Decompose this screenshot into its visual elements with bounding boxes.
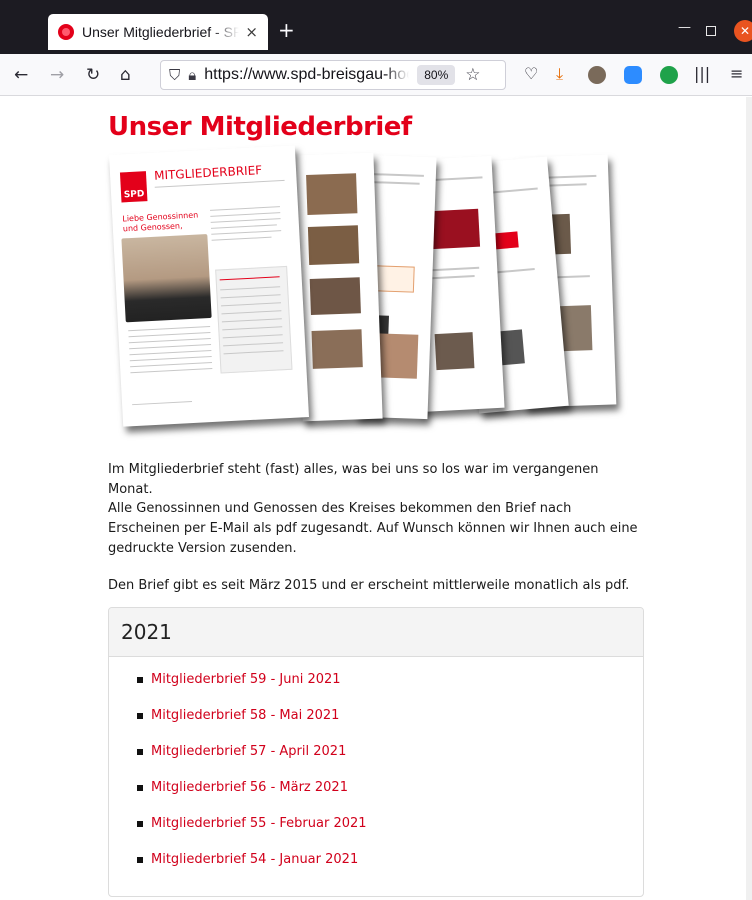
- lock-icon[interactable]: 🔒︎: [188, 66, 196, 84]
- cover-greeting: Liebe Genossinnen und Genossen,: [122, 210, 199, 234]
- newsletter-link[interactable]: Mitgliederbrief 54 - Januar 2021: [151, 852, 358, 867]
- list-item: Mitgliederbrief 59 - Juni 2021: [137, 672, 341, 687]
- browser-tab[interactable]: Unser Mitgliederbrief - SP ×: [48, 14, 268, 50]
- newsletter-link[interactable]: Mitgliederbrief 55 - Februar 2021: [151, 816, 367, 831]
- list-item: Mitgliederbrief 57 - April 2021: [137, 744, 346, 759]
- newsletter-link[interactable]: Mitgliederbrief 57 - April 2021: [151, 744, 346, 759]
- library-icon[interactable]: |||: [694, 64, 710, 83]
- bullet-icon: [137, 748, 143, 755]
- scrollbar[interactable]: [746, 97, 752, 900]
- forward-icon[interactable]: →: [50, 64, 64, 86]
- download-icon[interactable]: ⤓: [556, 64, 563, 84]
- cover-title: MITGLIEDERBRIEF: [153, 163, 263, 183]
- tab-title: Unser Mitgliederbrief - SP: [82, 24, 240, 40]
- bullet-icon: [137, 820, 143, 827]
- spd-rose-favicon-icon: [58, 24, 74, 40]
- zoom-ext-icon[interactable]: [624, 66, 642, 84]
- url-bar[interactable]: ⛉ 🔒︎ https://www.spd-breisgau-hoc 80% ☆: [160, 60, 506, 90]
- menu-icon[interactable]: ≡: [730, 64, 743, 83]
- bullet-icon: [137, 676, 143, 683]
- history-paragraph: Den Brief gibt es seit März 2015 und er …: [108, 578, 630, 593]
- window-close-button[interactable]: ✕: [734, 20, 752, 42]
- year-heading: 2021: [109, 608, 643, 657]
- reload-icon[interactable]: ↻: [86, 64, 100, 86]
- newsletter-link[interactable]: Mitgliederbrief 56 - März 2021: [151, 780, 348, 795]
- list-item: Mitgliederbrief 55 - Februar 2021: [137, 816, 367, 831]
- bullet-icon: [137, 856, 143, 863]
- tab-strip: Unser Mitgliederbrief - SP × + — ✕: [0, 0, 752, 54]
- minimize-button[interactable]: —: [678, 20, 691, 35]
- distribution-paragraph: Alle Genossinnen und Genossen des Kreise…: [108, 501, 638, 556]
- newsletter-cover: SPD MITGLIEDERBRIEF Liebe Genossinnen un…: [109, 145, 309, 427]
- list-item: Mitgliederbrief 58 - Mai 2021: [137, 708, 339, 723]
- green-ext-icon[interactable]: [660, 66, 678, 84]
- bullet-icon: [137, 784, 143, 791]
- new-tab-button[interactable]: +: [278, 18, 295, 42]
- avatar-icon[interactable]: [588, 66, 606, 84]
- shield-icon[interactable]: ⛉: [169, 66, 180, 84]
- intro-paragraph: Im Mitgliederbrief steht (fast) alles, w…: [108, 462, 599, 497]
- pocket-icon[interactable]: ♡: [524, 64, 538, 83]
- home-icon[interactable]: ⌂: [120, 64, 131, 86]
- newsletter-link[interactable]: Mitgliederbrief 58 - Mai 2021: [151, 708, 339, 723]
- maximize-button[interactable]: [706, 26, 716, 36]
- spd-logo: SPD: [119, 171, 148, 203]
- newsletter-hero-image: SPD MITGLIEDERBRIEF Liebe Genossinnen un…: [109, 145, 620, 440]
- cover-portrait: [121, 234, 212, 323]
- bullet-icon: [137, 712, 143, 719]
- star-icon[interactable]: ☆: [465, 65, 480, 85]
- newsletter-link[interactable]: Mitgliederbrief 59 - Juni 2021: [151, 672, 341, 687]
- back-icon[interactable]: ←: [14, 64, 28, 86]
- list-item: Mitgliederbrief 56 - März 2021: [137, 780, 348, 795]
- tab-close-icon[interactable]: ×: [245, 23, 258, 41]
- url-text[interactable]: https://www.spd-breisgau-hoc: [204, 66, 409, 84]
- list-item: Mitgliederbrief 54 - Januar 2021: [137, 852, 358, 867]
- year-section-2021: 2021 Mitgliederbrief 59 - Juni 2021 Mitg…: [108, 607, 644, 897]
- navigation-bar: ← → ↻ ⌂ ⛉ 🔒︎ https://www.spd-breisgau-ho…: [0, 54, 752, 96]
- zoom-indicator[interactable]: 80%: [417, 65, 456, 85]
- page-title: Unser Mitgliederbrief: [108, 112, 412, 142]
